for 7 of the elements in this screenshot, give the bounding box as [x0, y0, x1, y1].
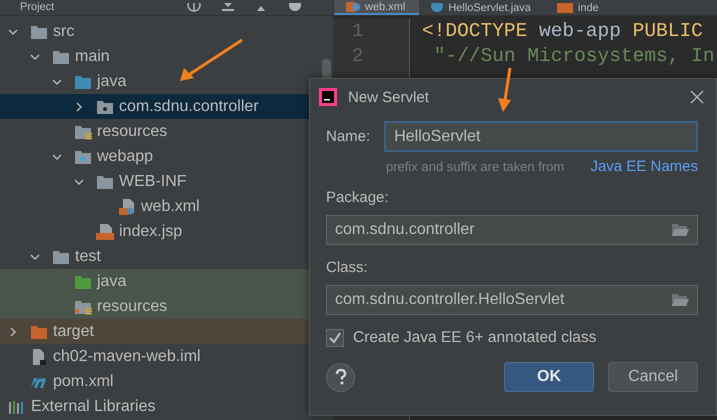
- hint-text: prefix and suffix are taken from: [386, 159, 564, 174]
- dialog-title: New Servlet: [348, 88, 429, 106]
- code-line: <!DOCTYPE web-app PUBLIC: [422, 19, 704, 44]
- code-line: "-//Sun Microsystems, In: [432, 44, 715, 69]
- field-label: Class:: [326, 259, 369, 276]
- field-label: Package:: [326, 189, 390, 206]
- field-label: Name:: [326, 128, 370, 145]
